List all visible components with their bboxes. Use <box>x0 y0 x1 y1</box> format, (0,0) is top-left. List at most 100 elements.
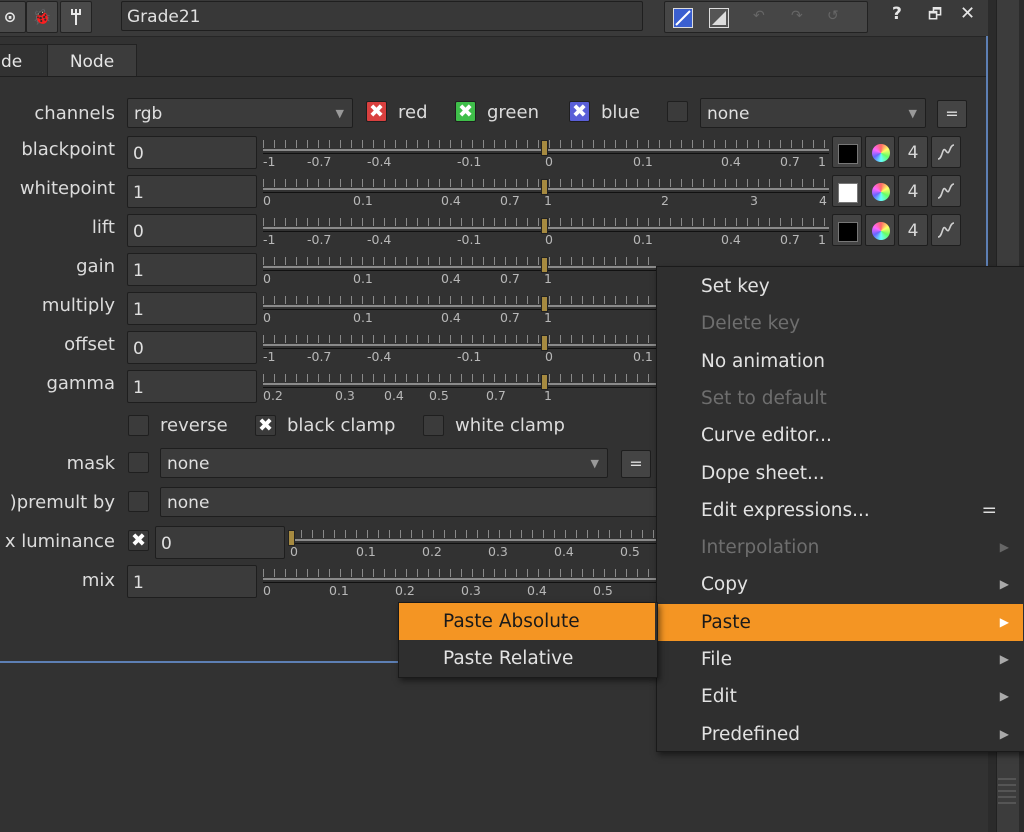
slider-knob[interactable] <box>541 218 548 234</box>
slider-knob[interactable] <box>541 179 548 195</box>
slider-ticks <box>290 530 656 538</box>
whitepoint-input[interactable]: 1 <box>127 175 257 208</box>
tick-label: 0 <box>545 154 553 169</box>
submenu-arrow-icon: ▶ <box>999 614 1009 629</box>
float-window-icon[interactable]: 🗗 <box>928 4 942 29</box>
slider-ticks <box>263 335 656 343</box>
channel-count: 4 <box>907 182 919 202</box>
curve-button[interactable] <box>931 175 961 207</box>
tick-label: 4 <box>819 193 827 208</box>
help-icon[interactable]: ? <box>892 4 902 24</box>
menu-item-file[interactable]: File ▶ <box>657 641 1023 678</box>
node-icon-button[interactable]: ⊙ <box>0 1 26 33</box>
green-checkbox[interactable]: ✖ <box>455 101 476 122</box>
gain-input[interactable]: 1 <box>127 253 257 286</box>
channel-count-button[interactable]: 4 <box>898 175 928 207</box>
menu-item-label: No animation <box>701 350 826 372</box>
tick-label: -1 <box>263 154 276 169</box>
tick-label: 1 <box>544 271 552 286</box>
blackpoint-slider[interactable]: -1 -0.7 -0.4 -0.1 0 0.1 0.4 0.7 1 <box>263 136 829 169</box>
gamma-slider[interactable]: 0.2 0.3 0.4 0.5 0.7 1 <box>263 370 656 403</box>
lift-slider[interactable]: -1 -0.7 -0.4 -0.1 0 0.1 0.4 0.7 1 <box>263 214 829 247</box>
luminance-slider[interactable]: 0 0.1 0.2 0.3 0.4 0.5 <box>288 526 656 559</box>
mask-link-button[interactable]: = <box>621 450 651 478</box>
curve-icon <box>937 183 955 199</box>
premult-dropdown[interactable]: none <box>160 487 660 517</box>
channels-dropdown[interactable]: rgb ▼ <box>127 98 353 128</box>
tick-label: 0.1 <box>329 583 349 598</box>
extra-channel-dropdown[interactable]: none ▼ <box>700 98 926 128</box>
reverse-checkbox[interactable] <box>128 415 149 436</box>
menu-item-edit-expressions[interactable]: Edit expressions... = <box>657 492 1023 529</box>
tab-node[interactable]: Node <box>47 44 137 77</box>
channel-count-button[interactable]: 4 <box>898 214 928 246</box>
white-clamp-checkbox[interactable] <box>423 415 444 436</box>
gamma-input[interactable]: 1 <box>127 370 257 403</box>
menu-item-copy[interactable]: Copy ▶ <box>657 566 1023 603</box>
mix-input[interactable]: 1 <box>127 565 257 598</box>
tick-label: 0.1 <box>356 544 376 559</box>
color-swatch-button[interactable] <box>832 214 862 246</box>
menu-item-no-animation[interactable]: No animation <box>657 343 1023 380</box>
color-wheel-button[interactable] <box>865 214 895 246</box>
close-icon[interactable]: ✕ <box>960 3 975 24</box>
whitepoint-color-controls: 4 <box>832 175 968 208</box>
node-name-field[interactable]: Grade21 <box>121 1 643 31</box>
slider-knob[interactable] <box>541 335 548 351</box>
color-wheel-button[interactable] <box>865 175 895 207</box>
blackpoint-input[interactable]: 0 <box>127 136 257 169</box>
link-channels-button[interactable]: = <box>937 100 967 128</box>
menu-item-delete-key[interactable]: Delete key <box>657 305 1023 342</box>
offset-slider[interactable]: -1 -0.7 -0.4 -0.1 0 0.1 <box>263 331 656 364</box>
gain-slider[interactable]: 0 0.1 0.4 0.7 1 <box>263 253 656 286</box>
gamma-label: gamma <box>46 373 115 394</box>
slider-knob[interactable] <box>288 530 295 546</box>
luminance-input[interactable]: 0 <box>155 526 285 559</box>
menu-item-dope-sheet[interactable]: Dope sheet... <box>657 455 1023 492</box>
menu-item-set-key[interactable]: Set key <box>657 268 1023 305</box>
menu-item-edit[interactable]: Edit ▶ <box>657 678 1023 715</box>
curve-button[interactable] <box>931 214 961 246</box>
mask-checkbox[interactable] <box>128 452 149 473</box>
premult-checkbox[interactable] <box>128 491 149 512</box>
menu-item-interpolation[interactable]: Interpolation ▶ <box>657 529 1023 566</box>
curve-button[interactable] <box>931 136 961 168</box>
scroll-grip <box>998 796 1016 798</box>
color-swatch-button[interactable] <box>832 136 862 168</box>
blue-checkbox[interactable]: ✖ <box>569 101 590 122</box>
input-view-icon[interactable] <box>673 8 693 28</box>
undo-icon[interactable]: ↶ <box>753 8 771 26</box>
whitepoint-slider[interactable]: 0 0.1 0.4 0.7 1 2 3 4 <box>263 175 829 208</box>
menu-item-predefined[interactable]: Predefined ▶ <box>657 716 1023 753</box>
channel-count-button[interactable]: 4 <box>898 136 928 168</box>
slider-knob[interactable] <box>541 374 548 390</box>
submenu-item-paste-relative[interactable]: Paste Relative <box>399 640 655 677</box>
menu-item-set-to-default[interactable]: Set to default <box>657 380 1023 417</box>
submenu-item-paste-absolute[interactable]: Paste Absolute <box>399 603 655 640</box>
mask-dropdown[interactable]: none ▼ <box>160 448 608 478</box>
red-checkbox[interactable]: ✖ <box>366 101 387 122</box>
menu-item-curve-editor[interactable]: Curve editor... <box>657 417 1023 454</box>
lift-input[interactable]: 0 <box>127 214 257 247</box>
bug-icon[interactable]: 🐞 <box>26 1 58 33</box>
multiply-input[interactable]: 1 <box>127 292 257 325</box>
mix-slider[interactable]: 0 0.1 0.2 0.3 0.4 0.5 <box>263 565 656 598</box>
color-wheel-button[interactable] <box>865 136 895 168</box>
offset-input[interactable]: 0 <box>127 331 257 364</box>
alpha-checkbox[interactable] <box>667 101 688 122</box>
multiply-slider[interactable]: 0 0.1 0.4 0.7 1 <box>263 292 656 325</box>
slider-knob[interactable] <box>541 140 548 156</box>
slider-track <box>263 383 656 385</box>
slider-knob[interactable] <box>541 257 548 273</box>
black-clamp-checkbox[interactable]: ✖ <box>255 415 276 436</box>
menu-item-paste[interactable]: Paste ▶ <box>657 603 1023 641</box>
tab-grade[interactable]: de <box>0 44 48 77</box>
blue-label: blue <box>601 102 640 123</box>
reset-icon[interactable]: ↺ <box>827 8 845 26</box>
wrench-icon[interactable] <box>60 1 92 33</box>
color-swatch-button[interactable] <box>832 175 862 207</box>
redo-icon[interactable]: ↷ <box>791 8 809 26</box>
output-view-icon[interactable] <box>709 8 729 28</box>
luminance-checkbox[interactable]: ✖ <box>128 530 149 551</box>
slider-knob[interactable] <box>541 296 548 312</box>
